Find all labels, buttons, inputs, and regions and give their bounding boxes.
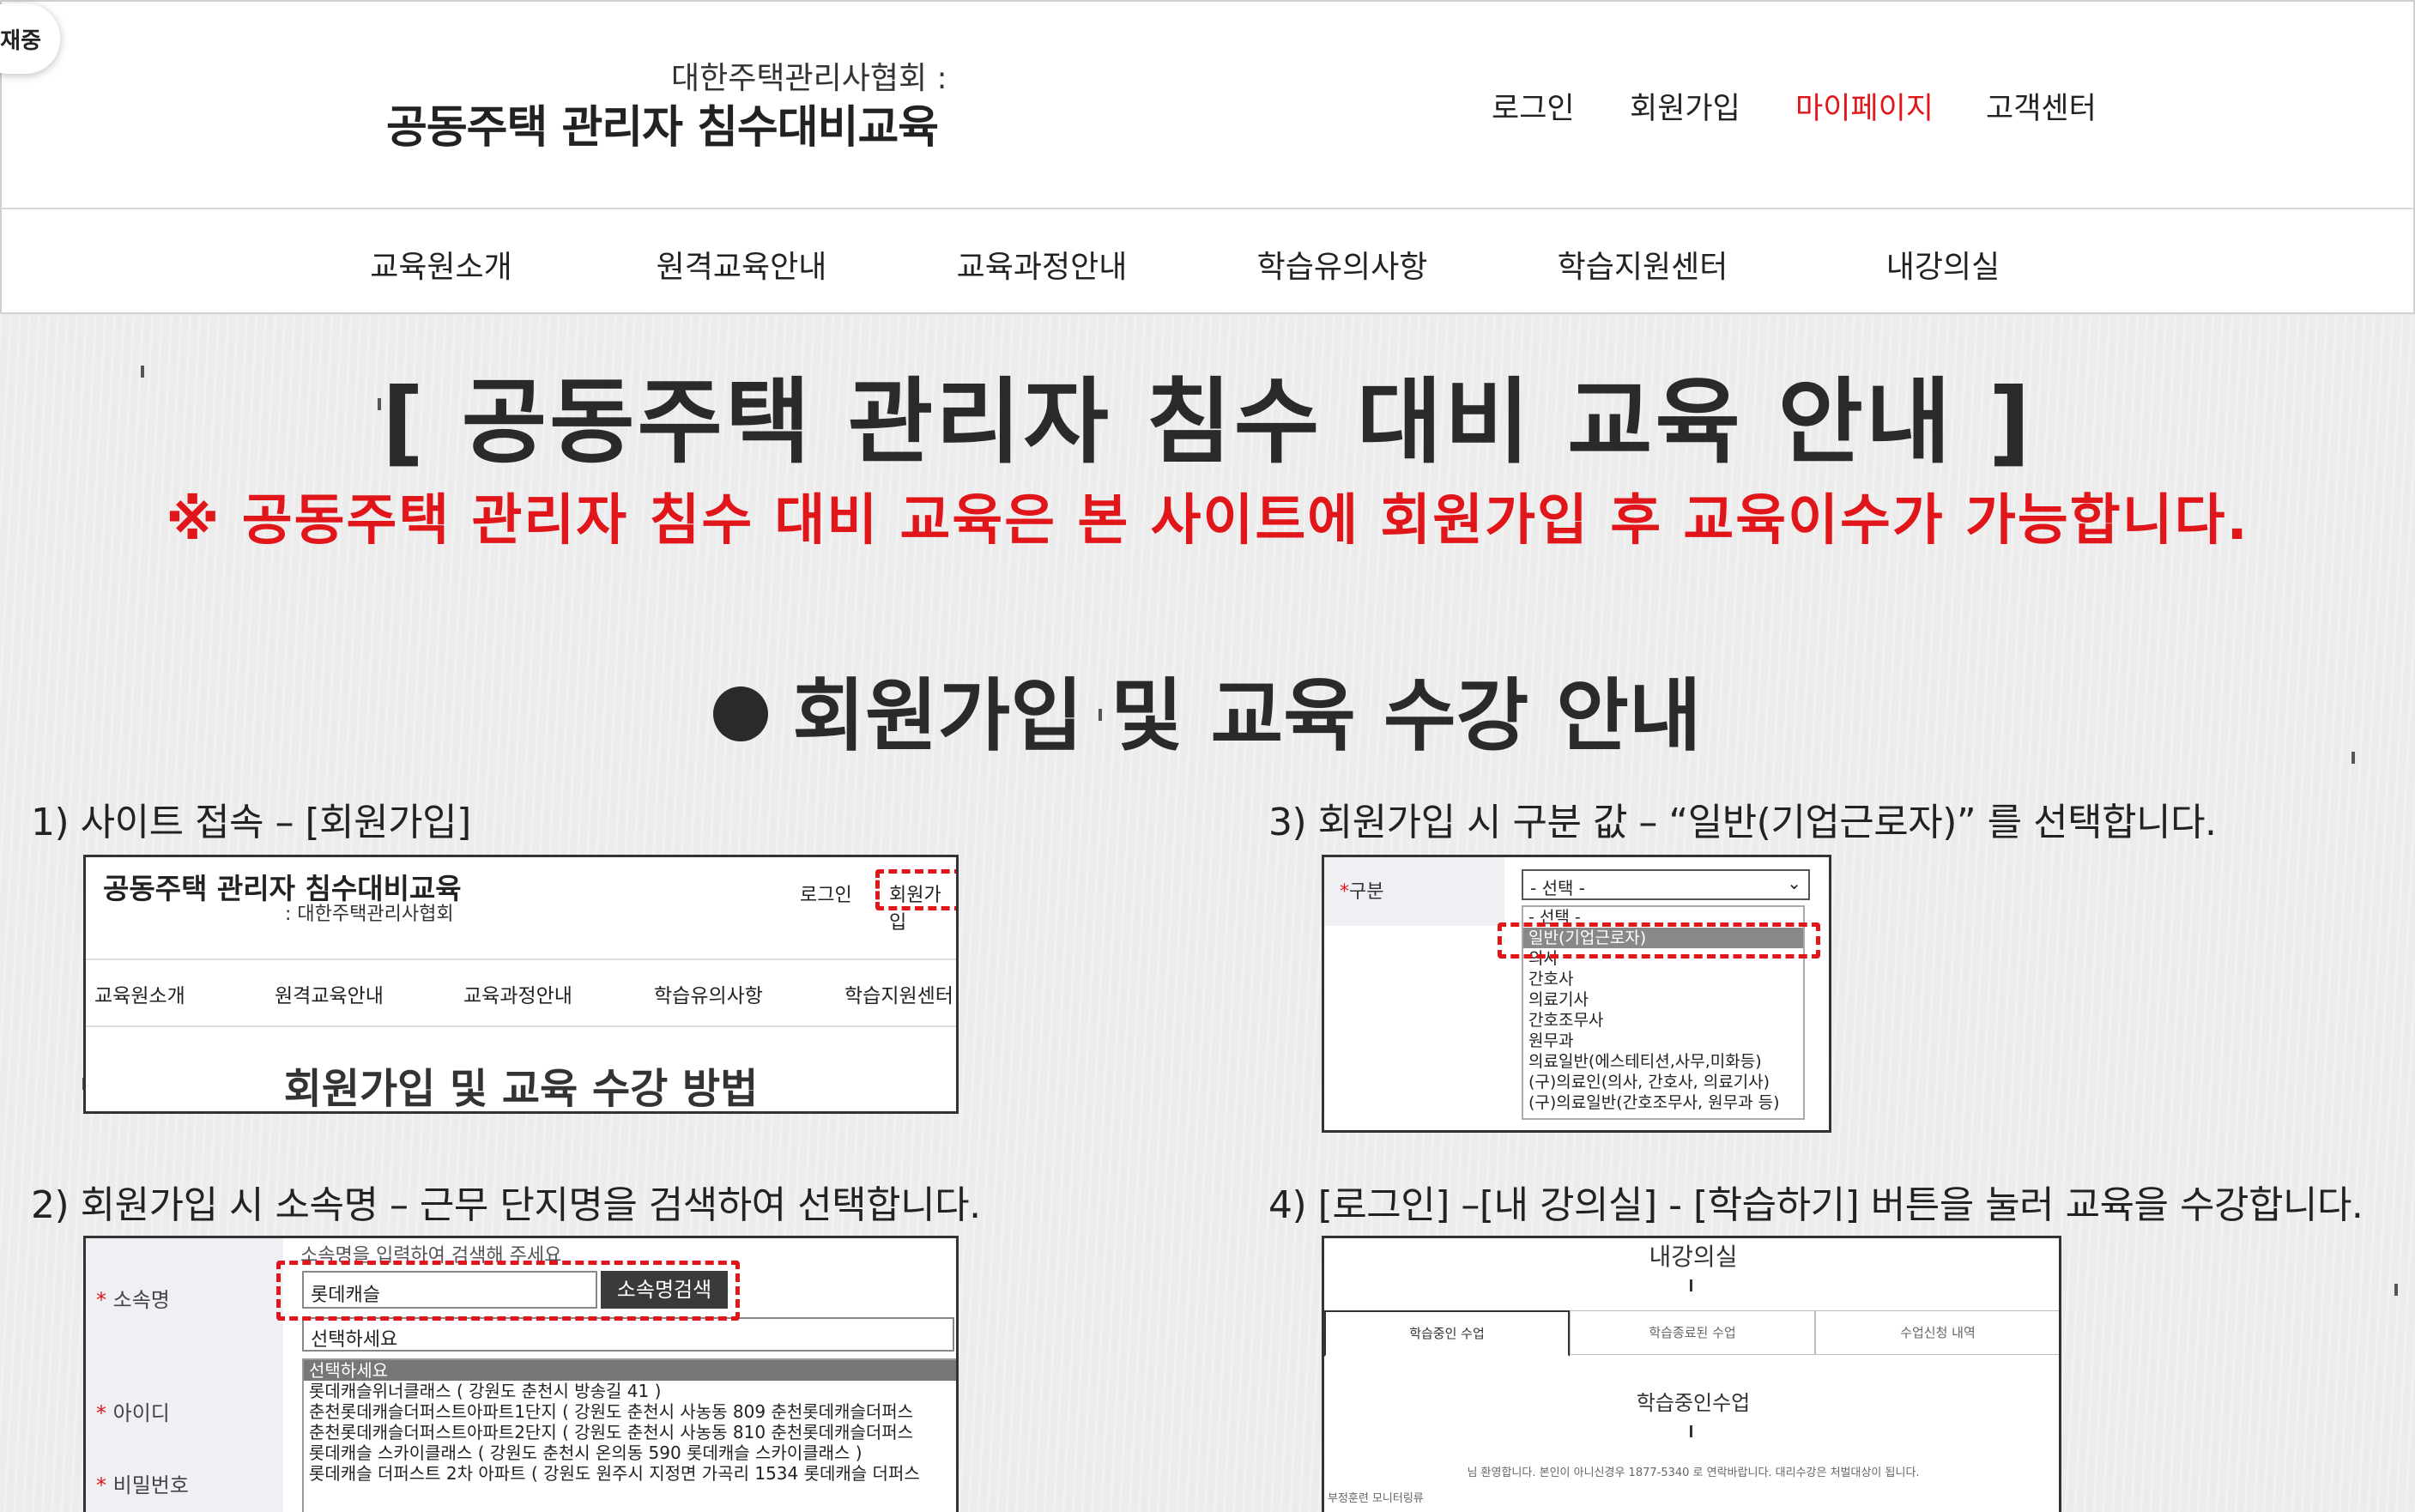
step1-screenshot: 공동주택 관리자 침수대비교육 : 대한주택관리사협회 로그인 회원가입 교육원… — [83, 855, 959, 1114]
logo-title[interactable]: 공동주택 관리자 침수대비교육 — [386, 91, 939, 155]
shot1-join-highlight — [875, 869, 956, 910]
nav-item-remote-guide[interactable]: 원격교육안내 — [657, 242, 827, 287]
shot4-tab-in-progress: 학습중인 수업 — [1324, 1310, 1570, 1357]
shot2-org-select: 선택하세요 — [302, 1317, 954, 1352]
noise-mark — [2394, 1284, 2398, 1296]
shot4-tab-finished: 학습종료된 수업 — [1570, 1310, 1815, 1355]
shot2-option: 춘천롯데캐슬더퍼스트아파트2단지 ( 강원도 춘천시 사농동 810 춘천롯데캐… — [309, 1422, 914, 1442]
shot3-option: 의료기사 — [1528, 990, 1589, 1009]
step3-label: 3) 회원가입 시 구분 값 – “일반(기업근로자)” 를 선택합니다. — [1268, 801, 2217, 844]
shot2-option: 롯데캐슬위너클래스 ( 강원도 춘천시 방송길 41 ) — [309, 1381, 662, 1401]
nav-item-support-center[interactable]: 학습지원센터 — [1558, 242, 1728, 287]
step4-label: 4) [로그인] –[내 강의실] - [학습하기] 버튼을 눌러 교육을 수강… — [1268, 1183, 2364, 1227]
shot2-option-list: 선택하세요 롯데캐슬위너클래스 ( 강원도 춘천시 방송길 41 ) 춘천롯데캐… — [302, 1358, 956, 1512]
shot1-divider — [86, 1025, 956, 1027]
step3-screenshot: *구분 - 선택 - ⌄ - 선택 - 일반(기업근로자) 의사 간호사 의료기사… — [1322, 855, 1831, 1133]
nav-item-intro[interactable]: 교육원소개 — [370, 242, 512, 287]
shot1-nav-item: 교육원소개 — [94, 985, 185, 1007]
step4-screenshot: 내강의실 학습중인 수업 학습종료된 수업 수업신청 내역 학습중인수업 님 환… — [1322, 1236, 2061, 1512]
shot1-divider — [86, 959, 956, 960]
shot1-heading: 회원가입 및 교육 수강 방법 — [283, 1065, 759, 1113]
nav-item-study-notes[interactable]: 학습유의사항 — [1257, 242, 1428, 287]
shot4-heading: 내강의실 — [1649, 1243, 1738, 1271]
shot3-option: 원무과 — [1528, 1031, 1574, 1050]
step2-label: 2) 회원가입 시 소속명 – 근무 단지명을 검색하여 선택합니다. — [31, 1183, 981, 1227]
shot4-tab-applications: 수업신청 내역 — [1815, 1310, 2059, 1355]
nav-item-my-classroom[interactable]: 내강의실 — [1886, 242, 2000, 287]
shot1-nav-item: 교육과정안내 — [463, 985, 572, 1007]
shot4-footer: 부정훈련 모니터링류 — [1328, 1492, 1424, 1505]
page-title: [ 공동주택 관리자 침수 대비 교육 안내 ] — [381, 369, 2034, 476]
shot3-type-select: - 선택 - ⌄ — [1522, 869, 1810, 900]
shot4-divider-mark — [1690, 1279, 1692, 1291]
bullet-icon — [713, 686, 769, 741]
chevron-down-icon: ⌄ — [1787, 873, 1801, 893]
shot4-subheading: 학습중인수업 — [1636, 1391, 1751, 1415]
join-link[interactable]: 회원가입 — [1630, 84, 1740, 128]
shot1-nav-item: 학습지원센터 — [844, 985, 953, 1007]
shot1-login-link: 로그인 — [800, 885, 852, 906]
shot4-divider-mark — [1690, 1425, 1692, 1437]
shot4-notice: 님 환영합니다. 본인이 아니신경우 1877-5340 로 연락바랍니다. 대… — [1467, 1467, 1920, 1479]
shot2-option: 롯데캐슬 더퍼스트 2차 아파트 ( 강원도 원주시 지정면 가곡리 1534 … — [309, 1463, 920, 1484]
shot2-option: 롯데캐슬 스카이클래스 ( 강원도 춘천시 온의동 590 롯데캐슬 스카이클래… — [309, 1442, 862, 1463]
shot3-option: 간호사 — [1528, 970, 1574, 989]
shot3-option: 의료일반(에스테티션,사무,미화등) — [1528, 1052, 1762, 1071]
shot3-option: (구)의료일반(간호조무사, 원무과 등) — [1528, 1093, 1780, 1112]
shot1-nav-item: 원격교육안내 — [275, 985, 384, 1007]
shot3-selection-highlight — [1498, 922, 1820, 959]
login-link[interactable]: 로그인 — [1492, 84, 1575, 128]
shot2-option: 춘천롯데캐슬더퍼스트아파트1단지 ( 강원도 춘천시 사농동 809 춘천롯데캐… — [309, 1401, 914, 1422]
step1-label: 1) 사이트 접속 – [회원가입] — [31, 801, 471, 844]
nav-item-course-guide[interactable]: 교육과정안내 — [957, 242, 1128, 287]
shot1-site-subtitle: : 대한주택관리사협회 — [285, 904, 454, 925]
shot3-option: (구)의료인(의사, 간호사, 의료기사) — [1528, 1073, 1770, 1092]
shot3-option: 간호조무사 — [1528, 1011, 1604, 1030]
registration-notice: ※ 공동주택 관리자 침수 대비 교육은 본 사이트에 회원가입 후 교육이수가… — [166, 489, 2249, 553]
mypage-link[interactable]: 마이페이지 — [1795, 84, 1934, 128]
shot2-label-id: * 아이디 — [96, 1401, 170, 1425]
step2-screenshot: * 소속명 * 아이디 * 비밀번호 소속명을 입력하여 검색해 주세요 롯데캐… — [83, 1236, 959, 1512]
shot4-tabs: 학습중인 수업 학습종료된 수업 수업신청 내역 — [1324, 1310, 2059, 1357]
section-title-text: 회원가입 및 교육 수강 안내 — [792, 670, 1702, 762]
support-link[interactable]: 고객센터 — [1986, 84, 2097, 128]
shot2-search-highlight — [276, 1261, 740, 1321]
shot2-label-password: * 비밀번호 — [96, 1473, 189, 1497]
section-title: 회원가입 및 교육 수강 안내 — [0, 652, 2415, 766]
main-nav: 교육원소개 원격교육안내 교육과정안내 학습유의사항 학습지원센터 내강의실 — [0, 208, 2415, 314]
shot2-option-selected: 선택하세요 — [304, 1360, 956, 1381]
shot1-nav-item: 학습유의사항 — [654, 985, 763, 1007]
site-header: 대한주택관리사협회 : 공동주택 관리자 침수대비교육 로그인 회원가입 마이페… — [0, 0, 2415, 208]
shot3-label: *구분 — [1340, 881, 1384, 903]
shot2-label-org: * 소속명 — [96, 1288, 170, 1312]
